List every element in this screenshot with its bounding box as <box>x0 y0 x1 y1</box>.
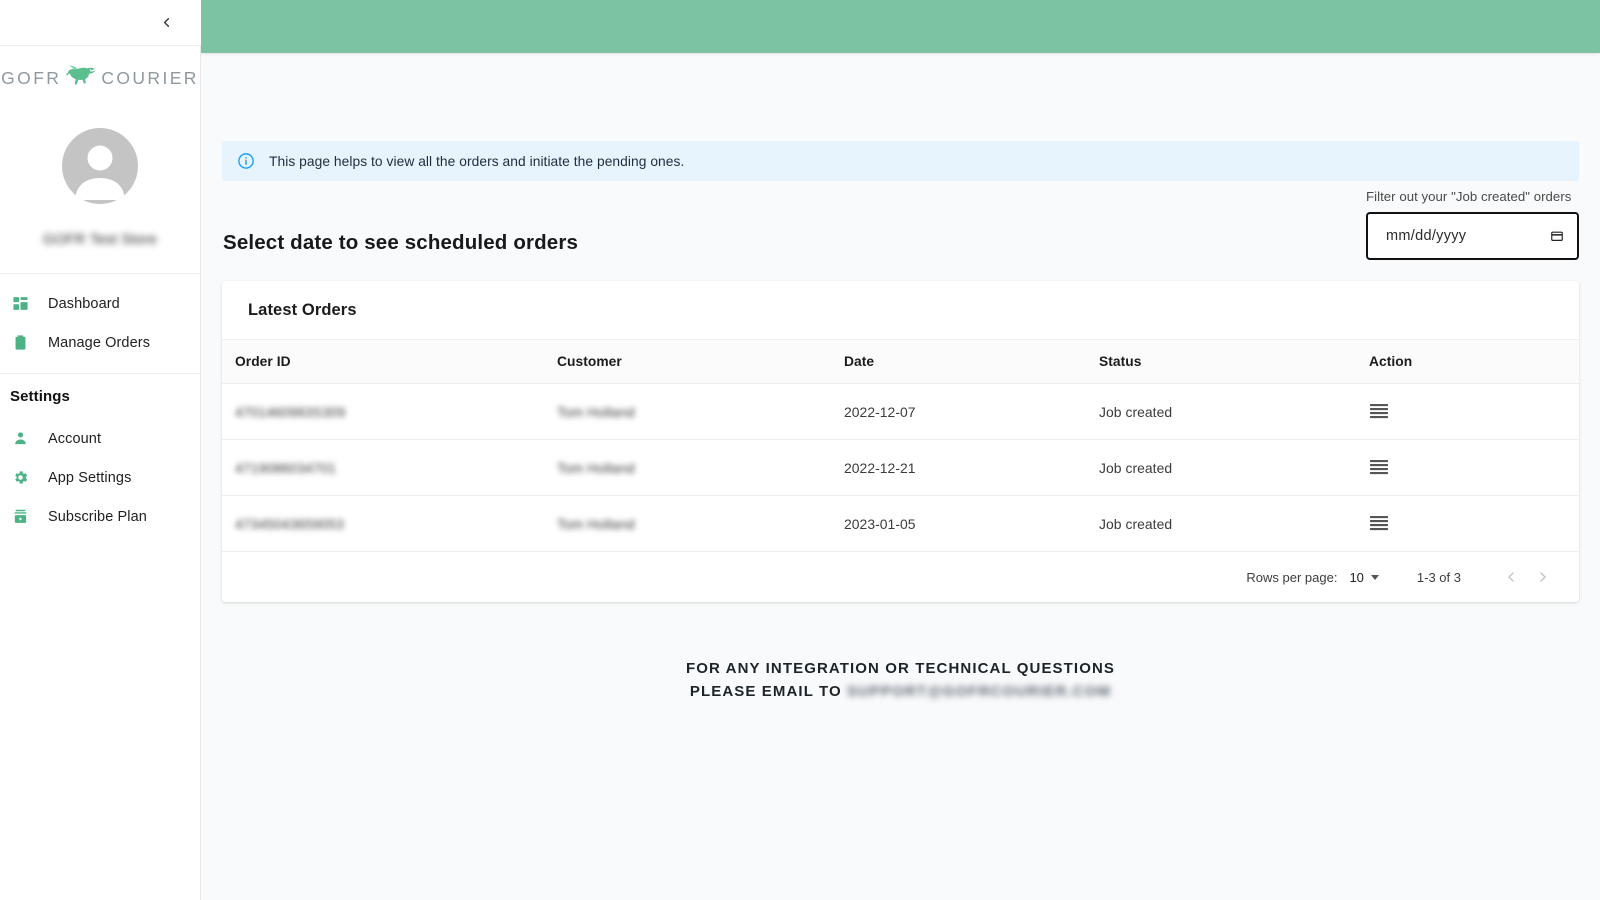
cell-date: 2022-12-07 <box>844 403 916 420</box>
avatar <box>62 128 138 204</box>
info-banner: This page helps to view all the orders a… <box>222 141 1579 181</box>
content-wrapper: This page helps to view all the orders a… <box>201 141 1600 703</box>
sidebar: GOFR COURIER GOFR Test Store Dashboard M… <box>0 0 201 900</box>
cell-status: Job created <box>1099 459 1173 476</box>
column-header-customer: Customer <box>557 354 622 369</box>
support-footer: FOR ANY INTEGRATION OR TECHNICAL QUESTIO… <box>222 658 1579 703</box>
cell-order-id: 4701460983S309 <box>235 403 346 420</box>
cell-customer: Tom Holland <box>557 515 635 532</box>
latest-orders-card: Latest Orders Order ID Customer Date Sta… <box>222 281 1579 602</box>
info-circle-icon <box>237 152 255 170</box>
date-input-placeholder: mm/dd/yyyy <box>1386 228 1467 244</box>
app-root: GOFR COURIER GOFR Test Store Dashboard M… <box>0 0 1600 900</box>
orders-table-head: Order ID Customer Date Status Action <box>222 339 1579 384</box>
pagination-prev-button[interactable] <box>1495 561 1527 593</box>
user-avatar-icon <box>62 128 138 204</box>
footer-email-prefix: PLEASE EMAIL TO <box>689 683 847 700</box>
date-filter-label: Filter out your "Job created" orders <box>1366 189 1572 204</box>
store-name: GOFR Test Store <box>43 232 157 248</box>
orders-table: Order ID Customer Date Status Action 470… <box>222 339 1579 552</box>
column-header-date: Date <box>844 354 875 369</box>
logo-word-right: COURIER <box>101 67 199 88</box>
chevron-left-icon <box>159 15 174 30</box>
pagination-range-label: 1-3 of 3 <box>1416 569 1461 585</box>
brand-logo[interactable]: GOFR COURIER <box>0 46 200 104</box>
sidebar-item-dashboard[interactable]: Dashboard <box>0 284 200 323</box>
gear-icon <box>12 467 38 489</box>
sidebar-item-label: App Settings <box>48 469 132 486</box>
person-icon <box>12 428 38 450</box>
cell-customer: Tom Holland <box>557 403 635 420</box>
sidebar-item-manage-orders[interactable]: Manage Orders <box>0 323 200 362</box>
profile-block: GOFR Test Store <box>0 128 200 248</box>
sidebar-item-label: Manage Orders <box>48 334 151 351</box>
date-input[interactable]: mm/dd/yyyy <box>1366 212 1579 260</box>
subscription-icon <box>12 506 38 528</box>
filter-row: Select date to see scheduled orders Filt… <box>222 181 1579 277</box>
cell-order-id: 4719086034701 <box>235 459 337 476</box>
cell-status: Job created <box>1099 403 1173 420</box>
table-pagination: Rows per page: 10 1-3 of 3 <box>222 552 1579 602</box>
rows-per-page-select[interactable]: 10 <box>1349 569 1379 585</box>
footer-line-2: PLEASE EMAIL TO SUPPORT@GOFRCOURIER.COM <box>222 681 1579 703</box>
sidebar-item-label: Dashboard <box>48 295 120 312</box>
dashboard-icon <box>12 293 38 315</box>
pagination-next-button[interactable] <box>1527 561 1559 593</box>
support-email: SUPPORT@GOFRCOURIER.COM <box>846 683 1112 700</box>
sidebar-item-label: Account <box>48 430 102 447</box>
footer-line-1: FOR ANY INTEGRATION OR TECHNICAL QUESTIO… <box>686 660 1115 677</box>
rows-per-page-value: 10 <box>1349 569 1364 585</box>
dinosaur-icon <box>64 64 98 92</box>
orders-table-body: 4701460983S309 Tom Holland 2022-12-07 Jo… <box>222 384 1579 552</box>
sidebar-section-title: Settings <box>10 388 70 405</box>
sidebar-topbar <box>0 0 201 46</box>
list-menu-icon[interactable] <box>1369 403 1389 420</box>
sidebar-item-subscribe-plan[interactable]: Subscribe Plan <box>0 497 200 536</box>
table-row[interactable]: 4719086034701 Tom Holland 2022-12-21 Job… <box>222 440 1579 496</box>
logo-word-left: GOFR <box>1 67 62 88</box>
clipboard-icon <box>12 332 38 354</box>
cell-date: 2022-12-21 <box>844 459 916 476</box>
rows-per-page-label: Rows per page: <box>1246 569 1338 585</box>
sidebar-item-label: Subscribe Plan <box>48 508 147 525</box>
column-header-action: Action <box>1369 354 1413 369</box>
table-header-row: Order ID Customer Date Status Action <box>222 339 1579 384</box>
cell-order-id: 47345043659053 <box>235 515 344 532</box>
date-filter: Filter out your "Job created" orders mm/… <box>1366 189 1579 260</box>
list-menu-icon[interactable] <box>1369 459 1389 476</box>
cell-status: Job created <box>1099 515 1173 532</box>
calendar-icon[interactable] <box>1550 229 1564 243</box>
card-title: Latest Orders <box>248 301 357 319</box>
sidebar-nav-primary: Dashboard Manage Orders <box>0 274 200 374</box>
chevron-down-icon <box>1370 574 1379 580</box>
list-menu-icon[interactable] <box>1369 515 1389 532</box>
cell-date: 2023-01-05 <box>844 515 916 532</box>
page-title: Select date to see scheduled orders <box>223 230 579 254</box>
info-banner-text: This page helps to view all the orders a… <box>269 153 685 169</box>
table-row[interactable]: 47345043659053 Tom Holland 2023-01-05 Jo… <box>222 496 1579 552</box>
cell-customer: Tom Holland <box>557 459 635 476</box>
chevron-right-icon <box>1535 569 1551 585</box>
sidebar-collapse-button[interactable] <box>153 10 179 36</box>
table-row[interactable]: 4701460983S309 Tom Holland 2022-12-07 Jo… <box>222 384 1579 440</box>
sidebar-item-app-settings[interactable]: App Settings <box>0 458 200 497</box>
column-header-order-id: Order ID <box>235 354 291 369</box>
sidebar-item-account[interactable]: Account <box>0 419 200 458</box>
chevron-left-icon <box>1503 569 1519 585</box>
sidebar-nav-settings: Account App Settings Subscribe Plan <box>0 409 200 547</box>
column-header-status: Status <box>1099 354 1142 369</box>
app-header-bar <box>201 0 1600 53</box>
main-area: This page helps to view all the orders a… <box>201 0 1600 900</box>
